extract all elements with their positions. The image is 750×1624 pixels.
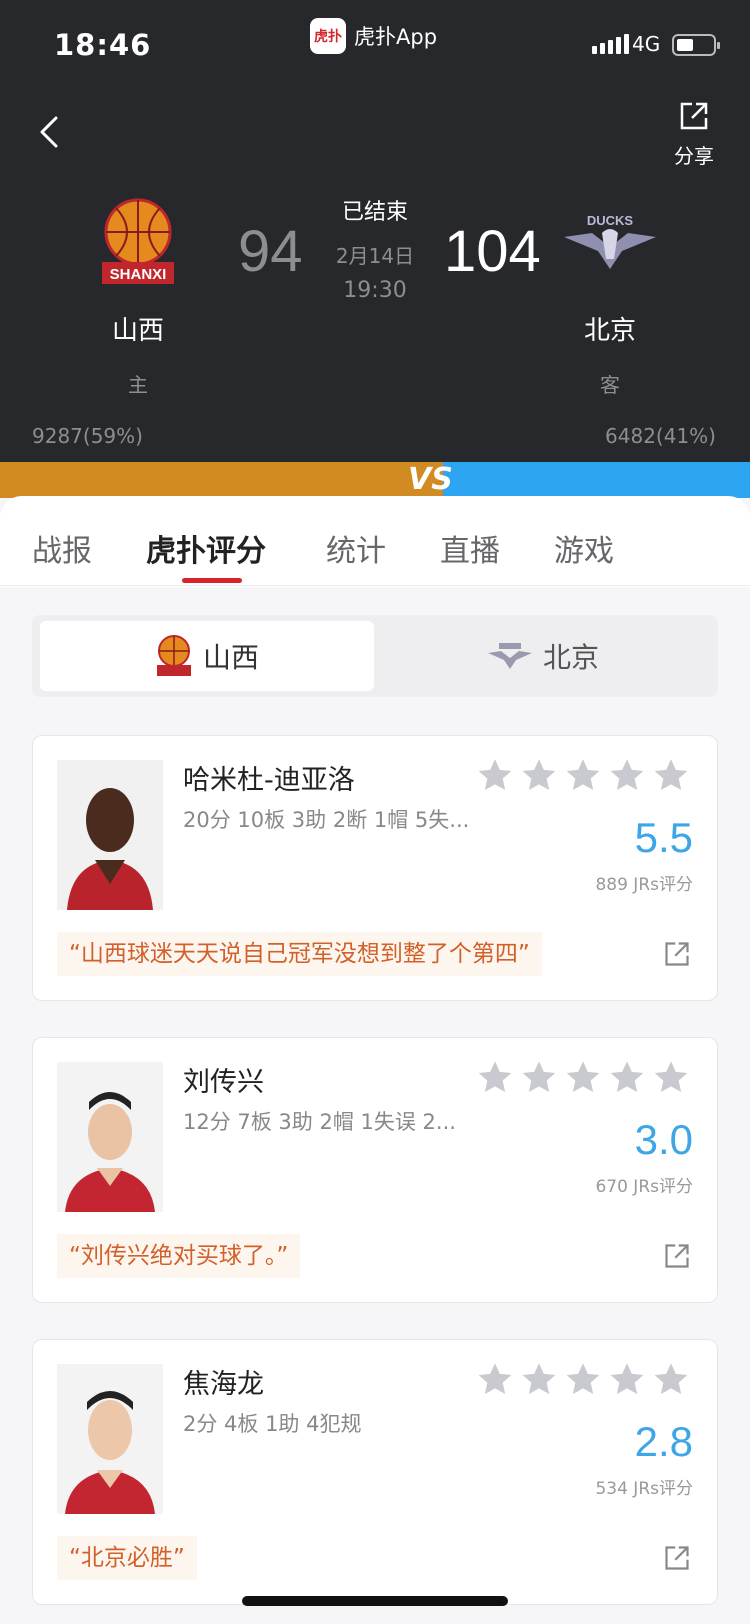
top-comment[interactable]: “刘传兴绝对买球了。”	[57, 1234, 301, 1278]
home-logo-text: SHANXI	[110, 266, 167, 283]
player-photo	[57, 760, 163, 910]
star-icon[interactable]	[607, 1058, 647, 1098]
vs-label: VS	[408, 462, 453, 497]
tab-stats[interactable]: 统计	[326, 526, 386, 570]
away-team-name: 北京	[583, 316, 636, 346]
share-label: 分享	[674, 144, 714, 168]
star-icon[interactable]	[607, 756, 647, 796]
player-stats: 12分 7板 3助 2帽 1失误 2...	[183, 1110, 456, 1134]
star-rating-input[interactable]	[475, 1058, 691, 1098]
comment-share-button[interactable]	[663, 1242, 691, 1274]
rating-vote-count: 534 JRs评分	[595, 1479, 693, 1499]
battery-icon	[672, 34, 720, 56]
team-switch-home-label: 山西	[202, 641, 259, 674]
team-switch-away[interactable]: 北京	[376, 621, 710, 691]
player-rating: 5.5	[634, 814, 693, 861]
player-stats: 20分 10板 3助 2断 1帽 5失...	[183, 808, 470, 832]
back-button[interactable]	[30, 110, 74, 154]
top-comment[interactable]: “北京必胜”	[57, 1536, 197, 1580]
player-card[interactable]: 焦海龙 2分 4板 1助 4犯规 2.8 534 JRs评分 “北京必胜”	[32, 1339, 718, 1605]
star-icon[interactable]	[651, 756, 691, 796]
share-icon	[665, 1546, 689, 1570]
away-team[interactable]: DUCKS 北京 客	[530, 196, 690, 398]
active-tab-indicator	[182, 578, 242, 583]
share-icon	[665, 942, 689, 966]
away-team-role: 客	[600, 373, 620, 397]
ducks-logo-icon	[487, 643, 532, 669]
star-icon[interactable]	[563, 756, 603, 796]
player-card[interactable]: 哈米杜-迪亚洛 20分 10板 3助 2断 1帽 5失... 5.5 889 J…	[32, 735, 718, 1001]
team-switch-home[interactable]: 山西	[40, 621, 374, 691]
star-rating-input[interactable]	[475, 756, 691, 796]
tab-bar: 战报 虎扑评分 统计 直播 游戏	[0, 496, 750, 586]
rating-vote-count: 670 JRs评分	[595, 1177, 693, 1197]
game-header: 18:46 虎扑 虎扑App 4G 分享 SHANXI 山西 主 94 已结束 …	[0, 0, 750, 462]
app-logo-text: 虎扑	[314, 29, 342, 45]
home-support-bar	[0, 462, 443, 498]
player-photo	[57, 1062, 163, 1212]
star-icon[interactable]	[475, 1058, 515, 1098]
shanxi-logo-icon	[156, 635, 191, 676]
main-sheet: 战报 虎扑评分 统计 直播 游戏 山西 北京 哈米杜-迪亚洛 20分 10板 3…	[0, 496, 750, 1624]
home-support-count: 9287(59%)	[32, 424, 143, 448]
star-icon[interactable]	[651, 1360, 691, 1400]
team-switch: 山西 北京	[32, 615, 718, 697]
player-card[interactable]: 刘传兴 12分 7板 3助 2帽 1失误 2... 3.0 670 JRs评分 …	[32, 1037, 718, 1303]
star-icon[interactable]	[651, 1058, 691, 1098]
game-date: 2月14日	[335, 244, 415, 268]
shanxi-logo-icon: SHANXI	[102, 198, 174, 284]
player-rating: 2.8	[634, 1418, 693, 1465]
support-ratio-bar: VS	[0, 462, 750, 498]
chevron-left-icon	[40, 116, 58, 148]
star-rating-input[interactable]	[475, 1360, 691, 1400]
player-photo	[57, 1364, 163, 1514]
rating-vote-count: 889 JRs评分	[595, 875, 693, 895]
away-support-bar	[442, 462, 750, 498]
tab-games[interactable]: 游戏	[554, 526, 614, 570]
status-bar: 18:46 虎扑 虎扑App 4G	[0, 0, 750, 90]
network-type: 4G	[632, 32, 661, 56]
star-icon[interactable]	[563, 1360, 603, 1400]
home-team-name: 山西	[111, 316, 164, 346]
app-logo-icon: 虎扑	[310, 18, 346, 54]
app-badge: 虎扑 虎扑App	[310, 18, 437, 54]
player-stats: 2分 4板 1助 4犯规	[183, 1412, 362, 1436]
star-icon[interactable]	[519, 756, 559, 796]
share-icon	[680, 102, 708, 130]
comment-share-button[interactable]	[663, 1544, 691, 1576]
tab-live[interactable]: 直播	[440, 526, 500, 570]
home-team[interactable]: SHANXI 山西 主	[58, 196, 218, 398]
share-button[interactable]: 分享	[664, 100, 724, 169]
player-name: 刘传兴	[183, 1067, 264, 1098]
share-icon	[665, 1244, 689, 1268]
ducks-logo-icon: DUCKS	[564, 213, 656, 269]
home-score: 94	[238, 219, 303, 284]
away-score: 104	[444, 219, 541, 284]
game-time: 19:30	[343, 278, 407, 303]
app-name: 虎扑App	[354, 25, 438, 49]
player-name: 焦海龙	[183, 1369, 264, 1400]
home-indicator[interactable]	[242, 1596, 508, 1606]
tab-hupu-rating[interactable]: 虎扑评分	[146, 526, 266, 570]
star-icon[interactable]	[519, 1058, 559, 1098]
player-rating: 3.0	[634, 1116, 693, 1163]
star-icon[interactable]	[607, 1360, 647, 1400]
player-name: 哈米杜-迪亚洛	[183, 765, 355, 796]
rating-content: 山西 北京 哈米杜-迪亚洛 20分 10板 3助 2断 1帽 5失... 5.5…	[0, 587, 750, 1624]
team-switch-away-label: 北京	[542, 641, 599, 674]
home-team-role: 主	[128, 373, 148, 397]
star-icon[interactable]	[475, 1360, 515, 1400]
star-icon[interactable]	[519, 1360, 559, 1400]
top-comment[interactable]: “山西球迷天天说自己冠军没想到整了个第四”	[57, 932, 542, 976]
status-time: 18:46	[54, 28, 152, 62]
away-logo-text: DUCKS	[587, 213, 634, 228]
comment-share-button[interactable]	[663, 940, 691, 972]
star-icon[interactable]	[475, 756, 515, 796]
signal-icon	[592, 34, 629, 54]
away-support-count: 6482(41%)	[605, 424, 716, 448]
game-status: 已结束	[341, 200, 408, 225]
star-icon[interactable]	[563, 1058, 603, 1098]
tab-report[interactable]: 战报	[32, 526, 92, 570]
